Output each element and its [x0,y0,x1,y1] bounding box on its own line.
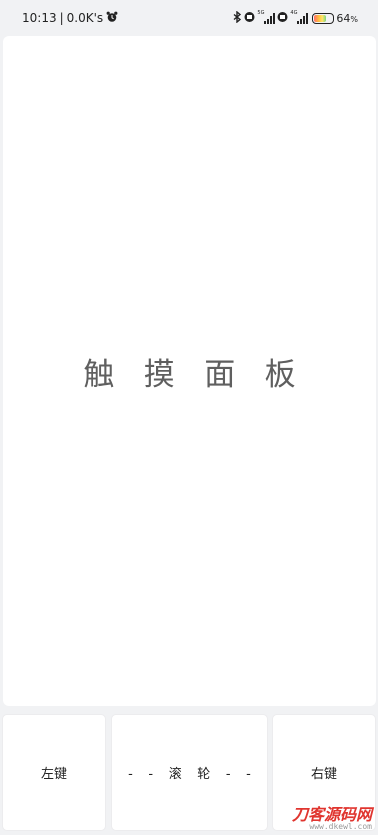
status-separator: | [59,11,64,25]
status-time: 10:13 [22,11,57,25]
status-bar: 10:13 | 0.0K's 5G 4G 64% [0,0,378,36]
watermark-logo: 刀客源码网 www.dkewl.com [292,807,372,831]
scroll-wheel-button[interactable]: --滚轮-- [111,714,268,831]
watermark-text: 刀客源码网 [291,805,372,824]
status-left: 10:13 | 0.0K's [22,11,118,26]
touchpad-label: 触摸面板 [83,356,326,393]
left-click-button[interactable]: 左键 [2,714,106,831]
status-right: 5G 4G 64% [233,10,358,26]
left-click-label: 左键 [40,767,67,782]
signal-strength-icon-sim1: 5G [257,10,276,24]
alarm-clock-icon [106,11,118,26]
battery-percent: 64% [336,11,358,25]
bluetooth-icon [233,10,242,26]
signal-strength-icon-sim2: 4G [290,10,309,24]
hd-icon-2 [277,11,288,26]
status-net-speed: 0.0K's [66,11,104,25]
watermark-url: www.dkewl.com [309,822,372,831]
scroll-wheel-label: --滚轮-- [128,767,267,782]
battery-icon [312,12,335,24]
right-click-label: 右键 [310,767,337,782]
touchpad-area[interactable]: 触摸面板 [3,36,376,706]
hd-icon [244,11,255,26]
